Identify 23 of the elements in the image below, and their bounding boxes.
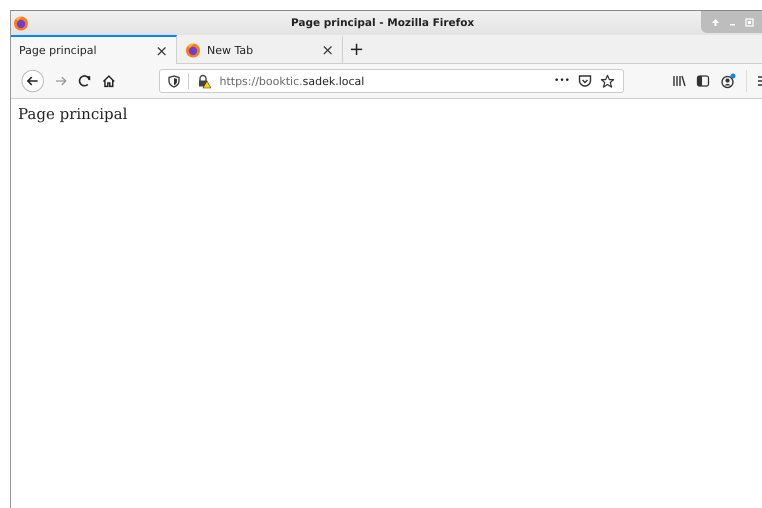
browser-tab[interactable]: New Tab × bbox=[177, 35, 343, 63]
browser-tab[interactable]: Page principal × bbox=[11, 35, 177, 64]
forward-icon[interactable] bbox=[54, 74, 68, 88]
account-icon[interactable] bbox=[720, 73, 736, 89]
pocket-icon[interactable] bbox=[578, 74, 592, 88]
library-icon[interactable] bbox=[672, 74, 686, 88]
tab-close-button[interactable]: × bbox=[321, 41, 334, 59]
tab-close-button[interactable]: × bbox=[155, 42, 168, 60]
shield-icon[interactable] bbox=[168, 74, 180, 88]
window-title: Page principal - Mozilla Firefox bbox=[291, 17, 474, 29]
firefox-logo-icon bbox=[13, 15, 29, 31]
tab-favicon-icon bbox=[185, 42, 201, 58]
reload-icon[interactable] bbox=[78, 74, 92, 88]
address-bar[interactable]: https://booktic.sadek.local ••• bbox=[159, 69, 624, 93]
page-actions-button[interactable]: ••• bbox=[554, 76, 570, 86]
back-icon[interactable] bbox=[21, 69, 44, 93]
new-tab-button[interactable]: + bbox=[343, 38, 370, 60]
bookmark-star-icon[interactable] bbox=[600, 74, 615, 88]
warning-lock-icon[interactable] bbox=[197, 74, 212, 88]
page-heading: Page principal bbox=[18, 105, 128, 123]
sidebar-icon[interactable] bbox=[696, 74, 710, 88]
home-icon[interactable] bbox=[102, 74, 116, 88]
url-text[interactable]: https://booktic.sadek.local bbox=[219, 74, 546, 88]
